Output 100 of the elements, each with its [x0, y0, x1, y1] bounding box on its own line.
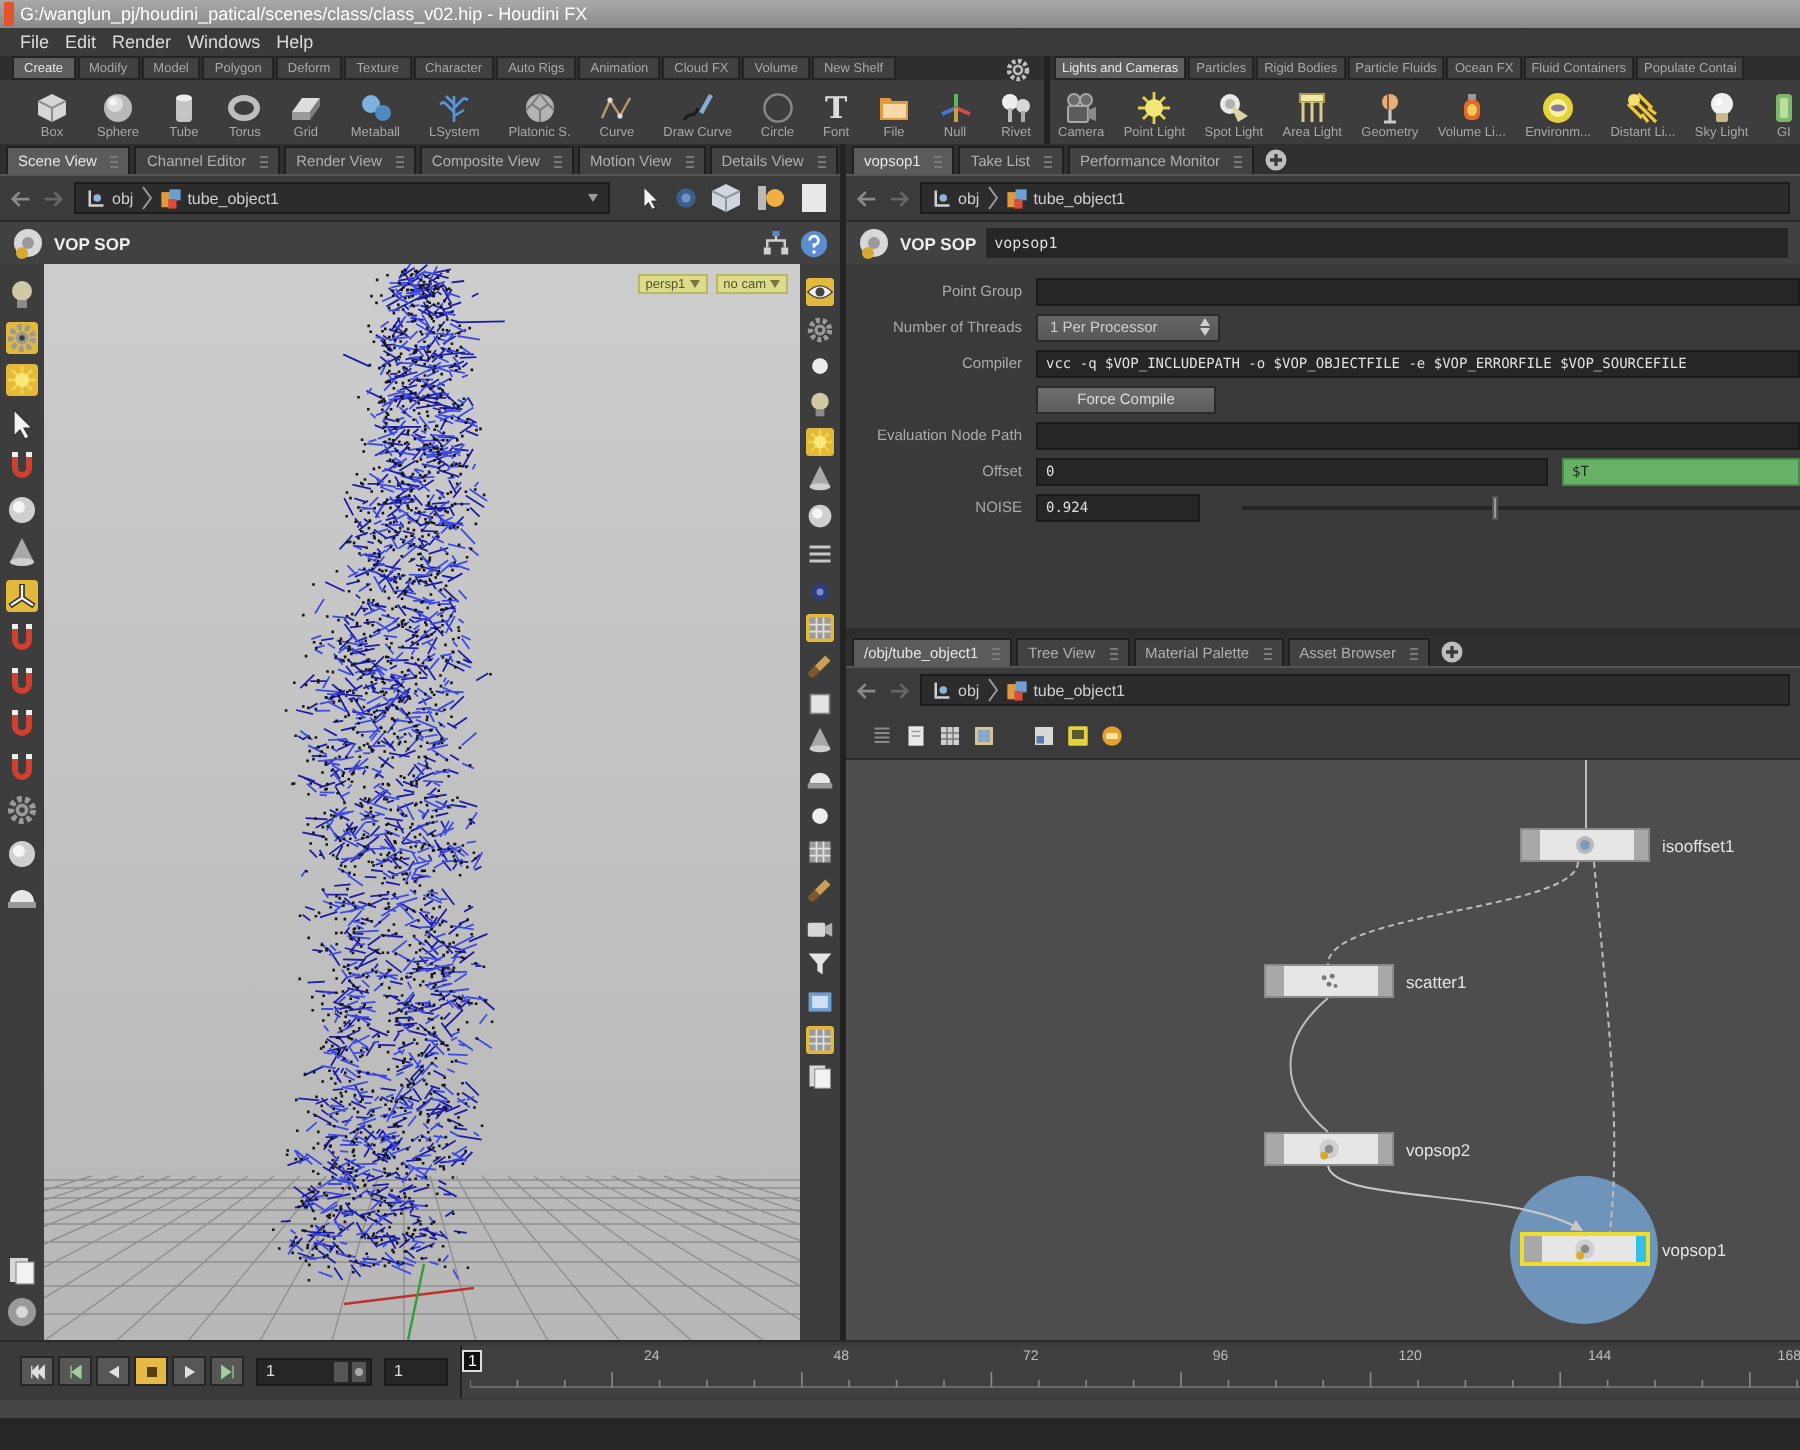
- playback-button[interactable]: [172, 1356, 206, 1386]
- input-field[interactable]: [1036, 277, 1800, 305]
- cone-icon[interactable]: [806, 726, 834, 755]
- chevron-icon: [987, 678, 998, 702]
- pages-icon[interactable]: [806, 1062, 834, 1091]
- playback-button[interactable]: [134, 1356, 168, 1386]
- button-pair-icon[interactable]: [334, 1361, 366, 1381]
- brush-icon[interactable]: [806, 651, 834, 680]
- caret-icon: [689, 280, 700, 288]
- pen-icon: [681, 92, 714, 124]
- page-icon[interactable]: [798, 182, 830, 214]
- network-icon: [932, 680, 952, 700]
- window-title: G:/wanglun_pj/houdini_patical/scenes/class/class_v02.hip - Houdini FX: [20, 4, 588, 24]
- magnet-icon[interactable]: [6, 665, 38, 697]
- back-arrow-icon[interactable]: [856, 187, 878, 209]
- path-crumb[interactable]: tube_object1: [159, 187, 280, 209]
- input-field[interactable]: [1036, 421, 1800, 449]
- bulb-icon[interactable]: [6, 278, 38, 310]
- stamp-icon[interactable]: [1100, 723, 1124, 747]
- magnet-icon[interactable]: [6, 751, 38, 783]
- pages-icon[interactable]: [6, 1253, 38, 1285]
- help-icon[interactable]: [800, 229, 828, 257]
- picture-icon[interactable]: [806, 988, 834, 1017]
- cube-icon[interactable]: [710, 182, 742, 214]
- sky-bulb-icon: [1705, 92, 1738, 124]
- menu-item[interactable]: File: [20, 32, 50, 52]
- bulb-icon[interactable]: [806, 390, 834, 419]
- eye-icon[interactable]: [806, 278, 834, 306]
- path-crumb[interactable]: tube_object1: [1005, 187, 1126, 209]
- menu-item[interactable]: Help: [276, 32, 314, 52]
- back-arrow-icon[interactable]: [10, 187, 32, 209]
- pins-icon: [1000, 92, 1032, 124]
- gear-icon[interactable]: [6, 321, 38, 353]
- playback-button[interactable]: [58, 1356, 92, 1386]
- target-icon[interactable]: [674, 186, 698, 210]
- path-crumb[interactable]: obj: [932, 188, 980, 208]
- bulb-icon[interactable]: [754, 182, 786, 214]
- sun-icon[interactable]: [806, 427, 834, 456]
- funnel-icon[interactable]: [806, 950, 834, 979]
- node-tile[interactable]: [1264, 964, 1394, 998]
- back-arrow-icon[interactable]: [856, 679, 878, 701]
- sticky-note-icon[interactable]: [1066, 723, 1090, 747]
- path-field[interactable]: obj tube_object1: [920, 674, 1790, 706]
- menu-item[interactable]: Windows: [187, 32, 261, 52]
- frame-field[interactable]: 1: [256, 1357, 372, 1385]
- page-icon[interactable]: [904, 723, 928, 747]
- axes-icon[interactable]: [6, 579, 38, 611]
- path-field[interactable]: obj tube_object1: [74, 182, 610, 214]
- pointer-icon[interactable]: [638, 186, 662, 210]
- add-tab-icon[interactable]: [1439, 640, 1464, 664]
- sphere-icon[interactable]: [6, 493, 38, 525]
- split-icon[interactable]: [1032, 723, 1056, 747]
- frame-field[interactable]: 1: [384, 1357, 448, 1385]
- sphere-icon[interactable]: [806, 502, 834, 531]
- cone-icon[interactable]: [806, 464, 834, 493]
- skip-start-icon: [27, 1361, 47, 1381]
- magnet-icon[interactable]: [6, 708, 38, 740]
- disc-icon[interactable]: [6, 1296, 38, 1328]
- chevron-icon: [141, 186, 152, 210]
- slider-thumb[interactable]: [1491, 495, 1498, 519]
- target-icon[interactable]: [806, 577, 834, 605]
- node-icon: [1316, 1136, 1342, 1162]
- menu-item[interactable]: Edit: [65, 32, 97, 52]
- curve-icon: [600, 92, 633, 124]
- path-field[interactable]: obj tube_object1: [920, 182, 1790, 214]
- node-tile[interactable]: [1264, 1132, 1394, 1166]
- path-crumb[interactable]: obj: [932, 680, 980, 700]
- playback-button[interactable]: [210, 1356, 244, 1386]
- folder-icon: [878, 92, 911, 124]
- image-icon[interactable]: [972, 723, 996, 747]
- node-tile[interactable]: [1520, 828, 1650, 862]
- sphere-icon[interactable]: [6, 837, 38, 869]
- add-tab-icon[interactable]: [1264, 148, 1288, 172]
- lines-icon[interactable]: [806, 539, 834, 568]
- node-icon: [1316, 968, 1342, 994]
- app-icon: [4, 2, 14, 26]
- stop-icon: [141, 1361, 161, 1381]
- torus-icon: [228, 92, 261, 124]
- square-icon[interactable]: [806, 689, 834, 718]
- brush-icon[interactable]: [806, 876, 834, 904]
- cone-icon[interactable]: [6, 536, 38, 568]
- current-frame-marker[interactable]: 1: [462, 1349, 483, 1371]
- node-wire: [1289, 997, 1329, 1133]
- playback-button[interactable]: [96, 1356, 130, 1386]
- tree-icon[interactable]: [762, 229, 790, 257]
- gear-icon[interactable]: [1006, 58, 1030, 82]
- magnet-icon[interactable]: [6, 622, 38, 654]
- gear-icon[interactable]: [6, 794, 38, 826]
- network-icon: [86, 188, 106, 208]
- path-crumb[interactable]: tube_object1: [1005, 679, 1126, 701]
- menu-item[interactable]: Render: [112, 32, 172, 52]
- eye-disc-icon: [1542, 92, 1575, 124]
- playback-button[interactable]: [20, 1356, 54, 1386]
- network-icon: [932, 188, 952, 208]
- gear-disc-icon: [12, 227, 44, 259]
- path-crumb[interactable]: obj: [86, 188, 134, 208]
- list-icon[interactable]: [870, 723, 894, 747]
- grid-icon[interactable]: [938, 723, 962, 747]
- gear-icon[interactable]: [806, 315, 834, 344]
- magnet-icon[interactable]: [6, 450, 38, 482]
